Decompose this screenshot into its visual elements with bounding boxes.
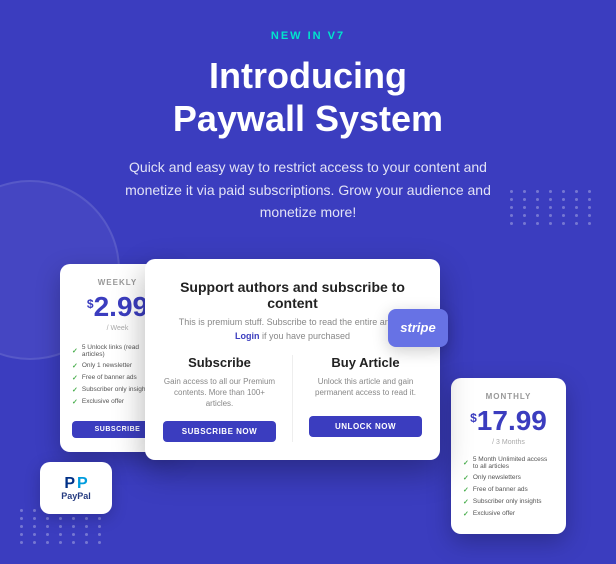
modal-subtitle: This is premium stuff. Subscribe to read… [163,317,422,327]
list-item: Subscriber only insights [463,496,554,508]
modal-login-text: Login if you have purchased [163,331,422,341]
subscribe-now-button[interactable]: SUBSCRIBE NOW [163,421,276,442]
stripe-text: stripe [400,320,435,335]
buy-option: Buy Article Unlock this article and gain… [309,355,422,443]
cards-area: WEEKLY $ 2.99 / Week 5 Unlock links (rea… [0,254,616,534]
paypal-badge: P P PayPal [40,462,112,514]
subscribe-option: Subscribe Gain access to all our Premium… [163,355,276,443]
main-title: Introducing Paywall System [173,54,443,140]
unlock-now-button[interactable]: UNLOCK NOW [309,416,422,437]
stripe-badge: stripe [388,309,448,347]
list-item: 5 Month Unlimited access to all articles [463,454,554,472]
list-item: Only newsletters [463,472,554,484]
hero-content: NEW IN V7 Introducing Paywall System Qui… [0,0,616,254]
modal-options: Subscribe Gain access to all our Premium… [163,355,422,443]
modal-divider [292,355,293,443]
monthly-price-row: $ 17.99 [463,407,554,435]
login-link[interactable]: Login [235,331,260,341]
hero-subtitle: Quick and easy way to restrict access to… [108,156,508,223]
buy-desc: Unlock this article and gain permanent a… [309,376,422,404]
background: NEW IN V7 Introducing Paywall System Qui… [0,0,616,564]
weekly-price: 2.99 [94,293,149,321]
monthly-period: / 3 Months [463,439,554,446]
subscribe-title: Subscribe [163,355,276,370]
paypal-text: PayPal [61,491,91,501]
monthly-currency: $ [470,411,477,425]
paywall-modal: Support authors and subscribe to content… [145,259,440,461]
monthly-features: 5 Month Unlimited access to all articles… [463,454,554,520]
list-item: Free of banner ads [463,484,554,496]
list-item: Exclusive offer [463,508,554,520]
monthly-price: 17.99 [477,407,547,435]
subscribe-desc: Gain access to all our Premium contents.… [163,376,276,410]
weekly-currency: $ [87,297,94,311]
monthly-label: MONTHLY [463,392,554,401]
monthly-card: MONTHLY $ 17.99 / 3 Months 5 Month Unlim… [451,378,566,534]
new-badge: NEW IN V7 [271,30,345,42]
modal-title: Support authors and subscribe to content [163,279,422,311]
buy-title: Buy Article [309,355,422,370]
